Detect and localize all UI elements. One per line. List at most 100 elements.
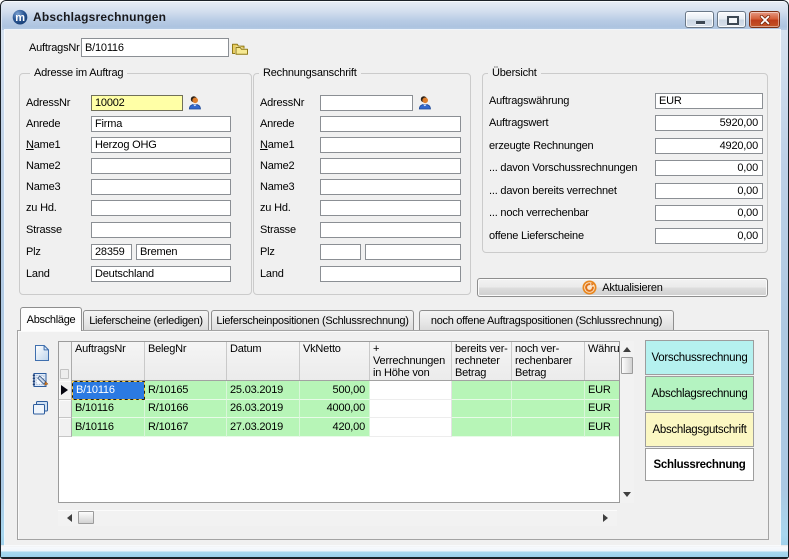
inv-name2-input[interactable] (320, 158, 461, 174)
row-selector[interactable] (59, 418, 72, 437)
auftragsnr-input[interactable]: B/10116 (81, 38, 229, 57)
cell-verrechnungen[interactable] (370, 400, 452, 419)
adressnr-input[interactable]: 10002 (91, 95, 183, 111)
inv-plz-input[interactable] (320, 244, 361, 260)
titlebar[interactable]: m Abschlagsrechnungen (2, 2, 787, 30)
current-row-marker (61, 385, 68, 395)
cell-datum[interactable]: 25.03.2019 (227, 381, 300, 400)
inv-adressnr-input[interactable] (320, 95, 413, 111)
table-row[interactable]: B/10116 R/10167 27.03.2019 420,00 EUR (59, 418, 620, 437)
name3-input[interactable] (91, 179, 231, 195)
tab-abschlaege[interactable]: Abschläge (20, 307, 82, 331)
plz-input[interactable]: 28359 (91, 244, 132, 260)
scroll-right-icon[interactable] (603, 514, 608, 522)
col-belegnr[interactable]: BelegNr (145, 342, 227, 380)
close-button[interactable] (749, 11, 780, 28)
cell-verrechnungen[interactable] (370, 418, 452, 437)
abschlagsgutschrift-button[interactable]: Abschlagsgutschrift (645, 412, 754, 447)
cell-auftragsnr[interactable]: B/10116 (72, 400, 145, 419)
tab-lieferscheinpositionen[interactable]: Lieferscheinpositionen (Schlussrechnung) (211, 310, 414, 331)
offene-lieferscheine-input[interactable]: 0,00 (655, 228, 763, 244)
cell-vknetto[interactable]: 500,00 (300, 381, 370, 400)
table-row[interactable]: B/10116 R/10165 25.03.2019 500,00 EUR (59, 381, 620, 400)
col-bereits-verrechnet[interactable]: bereits ver- rechneter Betrag (452, 342, 512, 380)
open-folder-icon[interactable] (231, 41, 249, 57)
table-horizontal-scrollbar[interactable] (58, 510, 617, 526)
strasse-input[interactable] (91, 222, 231, 238)
adressnr-label: AdressNr (26, 97, 70, 109)
cell-datum[interactable]: 27.03.2019 (227, 418, 300, 437)
name1-input[interactable]: Herzog OHG (91, 137, 231, 153)
noch-verrechenbar-input[interactable]: 0,00 (655, 205, 763, 221)
inv-name2-label: Name2 (260, 160, 294, 172)
cell-vknetto[interactable]: 420,00 (300, 418, 370, 437)
cell-waehrung[interactable]: EUR (585, 418, 620, 437)
scroll-left-icon[interactable] (67, 514, 72, 522)
cell-waehrung[interactable]: EUR (585, 381, 620, 400)
inv-anrede-input[interactable] (320, 116, 461, 132)
cell-datum[interactable]: 26.03.2019 (227, 400, 300, 419)
table-header-row: AuftragsNr BelegNr Datum VkNetto + Verre… (59, 342, 620, 381)
col-noch-verrechenbar[interactable]: noch ver- rechenbarer Betrag (512, 342, 585, 380)
copy-record-icon[interactable] (32, 400, 49, 416)
col-verrechnungen[interactable]: + Verrechnungen in Höhe von (370, 342, 452, 380)
abschlagsrechnung-button[interactable]: Abschlagsrechnung (645, 376, 754, 411)
inv-zuhd-input[interactable] (320, 200, 461, 216)
maximize-button[interactable] (717, 11, 746, 28)
minimize-button[interactable] (685, 11, 714, 28)
cell-belegnr[interactable]: R/10167 (145, 418, 227, 437)
cell-noch-verrechenbar[interactable] (512, 418, 585, 437)
cell-belegnr[interactable]: R/10166 (145, 400, 227, 419)
person-icon[interactable] (418, 95, 431, 110)
land-input[interactable]: Deutschland (91, 266, 231, 282)
table-row[interactable]: B/10116 R/10166 26.03.2019 4000,00 EUR (59, 400, 620, 419)
auftragswaehrung-input[interactable]: EUR (655, 93, 763, 109)
inv-ort-input[interactable] (365, 244, 461, 260)
davon-verrechnet-input[interactable]: 0,00 (655, 183, 763, 199)
cell-noch-verrechenbar[interactable] (512, 400, 585, 419)
table-vertical-scrollbar[interactable] (620, 341, 634, 503)
inv-land-input[interactable] (320, 266, 461, 282)
edit-record-icon[interactable] (31, 372, 50, 389)
erzeugte-rechnungen-input[interactable]: 4920,00 (655, 138, 763, 154)
scroll-down-icon[interactable] (623, 492, 631, 497)
cell-belegnr[interactable]: R/10165 (145, 381, 227, 400)
name2-input[interactable] (91, 158, 231, 174)
cell-bereits-verrechnet[interactable] (452, 400, 512, 419)
cell-auftragsnr[interactable]: B/10116 (72, 381, 145, 400)
horizontal-scroll-thumb[interactable] (78, 511, 94, 524)
col-datum[interactable]: Datum (227, 342, 300, 380)
cell-noch-verrechenbar[interactable] (512, 381, 585, 400)
inv-name1-input[interactable] (320, 137, 461, 153)
inv-name3-input[interactable] (320, 179, 461, 195)
cell-waehrung[interactable]: EUR (585, 400, 620, 419)
row-selector[interactable] (59, 381, 72, 400)
row-selector[interactable] (59, 400, 72, 419)
vorschussrechnung-button[interactable]: Vorschussrechnung (645, 340, 754, 375)
inv-name3-label: Name3 (260, 181, 294, 193)
tab-lieferscheine[interactable]: Lieferscheine (erledigen) (83, 310, 209, 331)
col-vknetto[interactable]: VkNetto (300, 342, 370, 380)
maximize-icon (727, 16, 739, 25)
vertical-scroll-thumb[interactable] (621, 357, 633, 374)
tab-offene-auftragspositionen[interactable]: noch offene Auftragspositionen (Schlussr… (419, 310, 674, 331)
scroll-up-icon[interactable] (623, 347, 631, 352)
new-record-icon[interactable] (34, 344, 50, 362)
cell-bereits-verrechnet[interactable] (452, 418, 512, 437)
zuhd-input[interactable] (91, 200, 231, 216)
cell-auftragsnr[interactable]: B/10116 (72, 418, 145, 437)
anrede-input[interactable]: Firma (91, 116, 231, 132)
auftragsnr-value: B/10116 (85, 41, 124, 55)
schlussrechnung-button[interactable]: Schlussrechnung (645, 448, 754, 481)
inv-strasse-input[interactable] (320, 222, 461, 238)
cell-vknetto[interactable]: 4000,00 (300, 400, 370, 419)
auftragswert-input[interactable]: 5920,00 (655, 115, 763, 131)
ort-input[interactable]: Bremen (136, 244, 231, 260)
davon-vorschuss-input[interactable]: 0,00 (655, 160, 763, 176)
cell-verrechnungen[interactable] (370, 381, 452, 400)
col-waehrung[interactable]: Währung (585, 342, 620, 380)
aktualisieren-button[interactable]: Aktualisieren (477, 278, 768, 297)
cell-bereits-verrechnet[interactable] (452, 381, 512, 400)
col-auftragsnr[interactable]: AuftragsNr (72, 342, 145, 380)
person-icon[interactable] (188, 95, 201, 110)
